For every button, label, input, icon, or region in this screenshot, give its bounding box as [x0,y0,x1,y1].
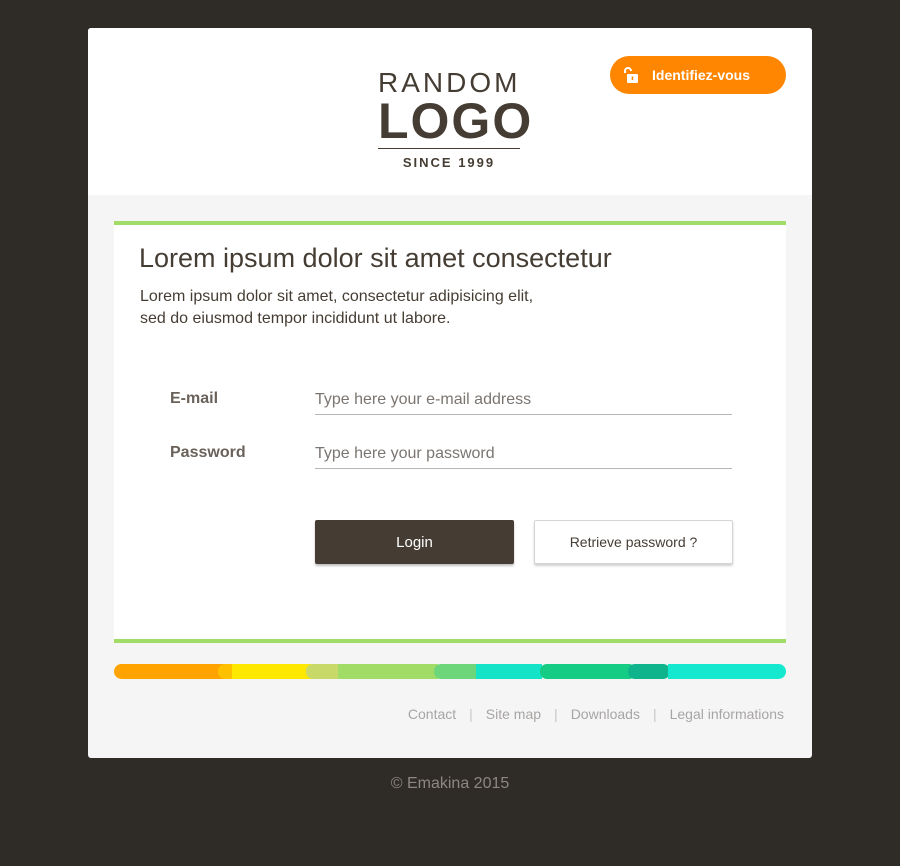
strip-segment [540,664,636,679]
footer-link-downloads[interactable]: Downloads [571,706,640,722]
card-header: RANDOM LOGO SINCE 1999 Identifiez-vous [88,28,812,195]
intro-line-1: Lorem ipsum dolor sit amet, consectetur … [140,288,534,305]
footer-separator: | [652,706,657,722]
intro-line-2: sed do eiusmod tempor incididunt ut labo… [140,310,451,327]
email-field[interactable] [315,385,732,415]
password-field[interactable] [315,439,732,469]
logo-since-text: SINCE 1999 [402,155,496,170]
page-title: Lorem ipsum dolor sit amet consectetur [139,243,612,273]
brand-logo: RANDOM LOGO SINCE 1999 [378,68,534,171]
logo-main-text: LOGO [378,93,534,149]
strip-segment [434,664,482,679]
identify-button-label: Identifiez-vous [652,67,751,83]
strip-segment [476,664,542,679]
footer-link-contact[interactable]: Contact [408,706,456,722]
footer-link-sitemap[interactable]: Site map [486,706,541,722]
color-strip [114,664,786,679]
footer-separator: | [554,706,558,722]
content-panel: Lorem ipsum dolor sit amet consectetur L… [114,221,786,643]
intro-text: Lorem ipsum dolor sit amet, consectetur … [140,286,570,330]
color-strip-graphic [114,664,786,679]
identify-button[interactable]: Identifiez-vous [610,56,786,94]
strip-segment [628,664,670,679]
email-label: E-mail [170,390,219,407]
footer-separator: | [469,706,473,722]
strip-segment [232,664,312,679]
strip-segment [668,664,786,679]
copyright-text: © Emakina 2015 [390,775,510,792]
login-card: RANDOM LOGO SINCE 1999 Identifiez-vous L… [88,28,812,758]
login-button[interactable]: Login [315,520,514,564]
strip-segment [114,664,224,679]
strip-segment [338,664,438,679]
footer-links: Contact | Site map | Downloads | Legal informa… [408,706,784,722]
retrieve-password-button[interactable]: Retrieve password ? [534,520,733,564]
footer-link-legal[interactable]: Legal informations [670,706,784,722]
password-label: Password [170,444,246,461]
unlock-icon [622,66,640,84]
